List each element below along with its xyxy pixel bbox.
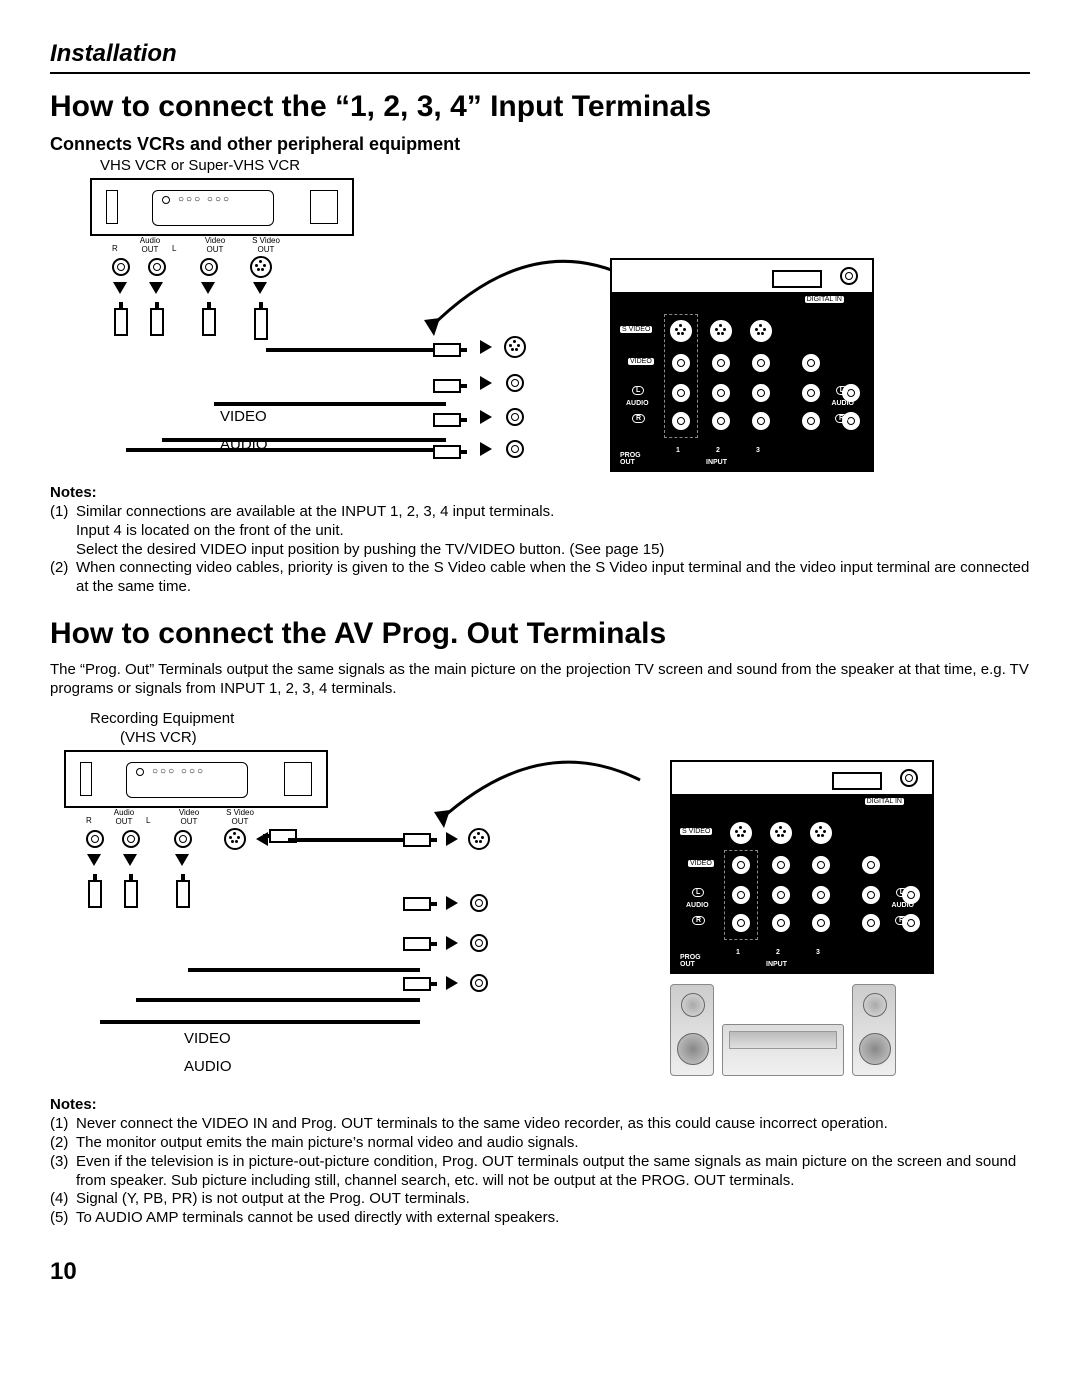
vcr-r-label: R [112, 244, 118, 253]
rca-plug [433, 379, 461, 393]
svideo-plug [254, 308, 268, 340]
arrow-down-icon [253, 282, 267, 294]
arrow-down-icon [123, 854, 137, 866]
notes-label: Notes: [50, 484, 1030, 501]
diagram-prog-out: ○○○ ○○○ Audio OUT R L Video OUT S Video … [50, 750, 1030, 1090]
note-item: (2)The monitor output emits the main pic… [50, 1134, 1030, 1153]
curve-arrow-icon [420, 248, 640, 348]
arrow-right-icon [480, 442, 492, 456]
note-item: (1)Similar connections are available at … [50, 503, 1030, 559]
page-number: 10 [50, 1258, 1030, 1286]
rca-plug [202, 308, 216, 336]
progout-description: The “Prog. Out” Terminals output the sam… [50, 661, 1030, 699]
tv-rear-panel: DIGITAL IN S VIDEO VIDEO L AUDIO R L AU [670, 760, 934, 974]
arrow-right-icon [446, 896, 458, 910]
section-header: Installation [50, 40, 1030, 74]
audio-cable-label: AUDIO [184, 1058, 232, 1075]
note-item: (2)When connecting video cables, priorit… [50, 559, 1030, 597]
tv-video-target [506, 374, 524, 392]
note-item: (1)Never connect the VIDEO IN and Prog. … [50, 1115, 1030, 1134]
audio-label: AUDIO [626, 400, 649, 407]
note-item: (5)To AUDIO AMP terminals cannot be used… [50, 1209, 1030, 1228]
vcr-audio-l-jack [148, 258, 166, 276]
svideo-row-label: S VIDEO [620, 326, 652, 333]
vcr-video-out-label: Video OUT [198, 236, 232, 254]
vcr-device: ○○○ ○○○ [64, 750, 328, 808]
audio-cable-label: AUDIO [220, 436, 268, 453]
prog-out-label: PROG OUT [620, 452, 641, 466]
rca-plug [114, 308, 128, 336]
video-cable-label: VIDEO [220, 408, 267, 425]
audio-l-label: L [632, 386, 644, 395]
audio-r-label: R [632, 414, 645, 423]
dvi-port-icon [832, 772, 882, 790]
heading-input-terminals: How to connect the “1, 2, 3, 4” Input Te… [50, 90, 1030, 124]
video-cable-label: VIDEO [184, 1030, 231, 1047]
vcr-audio-r-jack [112, 258, 130, 276]
caption-vcr: VHS VCR or Super-VHS VCR [100, 157, 1030, 174]
caption-vhs-vcr: (VHS VCR) [120, 729, 1030, 746]
arrow-down-icon [113, 282, 127, 294]
vcr-device: ○○○ ○○○ [90, 178, 354, 236]
tv-audio-l-target [506, 408, 524, 426]
tv-audio-r-target [506, 440, 524, 458]
input-label: INPUT [706, 459, 727, 466]
notes-label: Notes: [50, 1096, 1030, 1113]
vcr-video-jack [200, 258, 218, 276]
arrow-right-icon [446, 936, 458, 950]
arrow-down-icon [201, 282, 215, 294]
note-item: (3)Even if the television is in picture-… [50, 1153, 1030, 1191]
notes-list-2: (1)Never connect the VIDEO IN and Prog. … [50, 1115, 1030, 1228]
subheading-peripheral: Connects VCRs and other peripheral equip… [50, 134, 1030, 155]
vcr-svideo-jack [250, 256, 272, 278]
dvi-port-icon [772, 270, 822, 288]
arrow-right-icon [480, 376, 492, 390]
arrow-down-icon [149, 282, 163, 294]
arrow-right-icon [446, 976, 458, 990]
digital-in-label: DIGITAL IN [805, 296, 844, 303]
heading-prog-out: How to connect the AV Prog. Out Terminal… [50, 617, 1030, 651]
arrow-right-icon [480, 410, 492, 424]
diagram-input-terminals: ○○○ ○○○ Audio OUT R L Video OUT S Video … [50, 178, 1030, 478]
vcr-audio-out-label: Audio OUT [130, 236, 170, 254]
caption-recording-equipment: Recording Equipment [90, 710, 1030, 727]
notes-list-1: (1)Similar connections are available at … [50, 503, 1030, 597]
rca-plug [433, 445, 461, 459]
arrow-down-icon [175, 854, 189, 866]
note-item: (4)Signal (Y, PB, PR) is not output at t… [50, 1190, 1030, 1209]
vcr-l-label: L [172, 244, 176, 253]
arrow-down-icon [87, 854, 101, 866]
rca-plug [433, 413, 461, 427]
curve-arrow-icon [430, 750, 650, 840]
rca-plug [150, 308, 164, 336]
tv-rear-panel: DIGITAL IN S VIDEO VIDEO L AUDIO R [610, 258, 874, 472]
video-row-label: VIDEO [628, 358, 654, 365]
vcr-svideo-out-label: S Video OUT [246, 236, 286, 254]
